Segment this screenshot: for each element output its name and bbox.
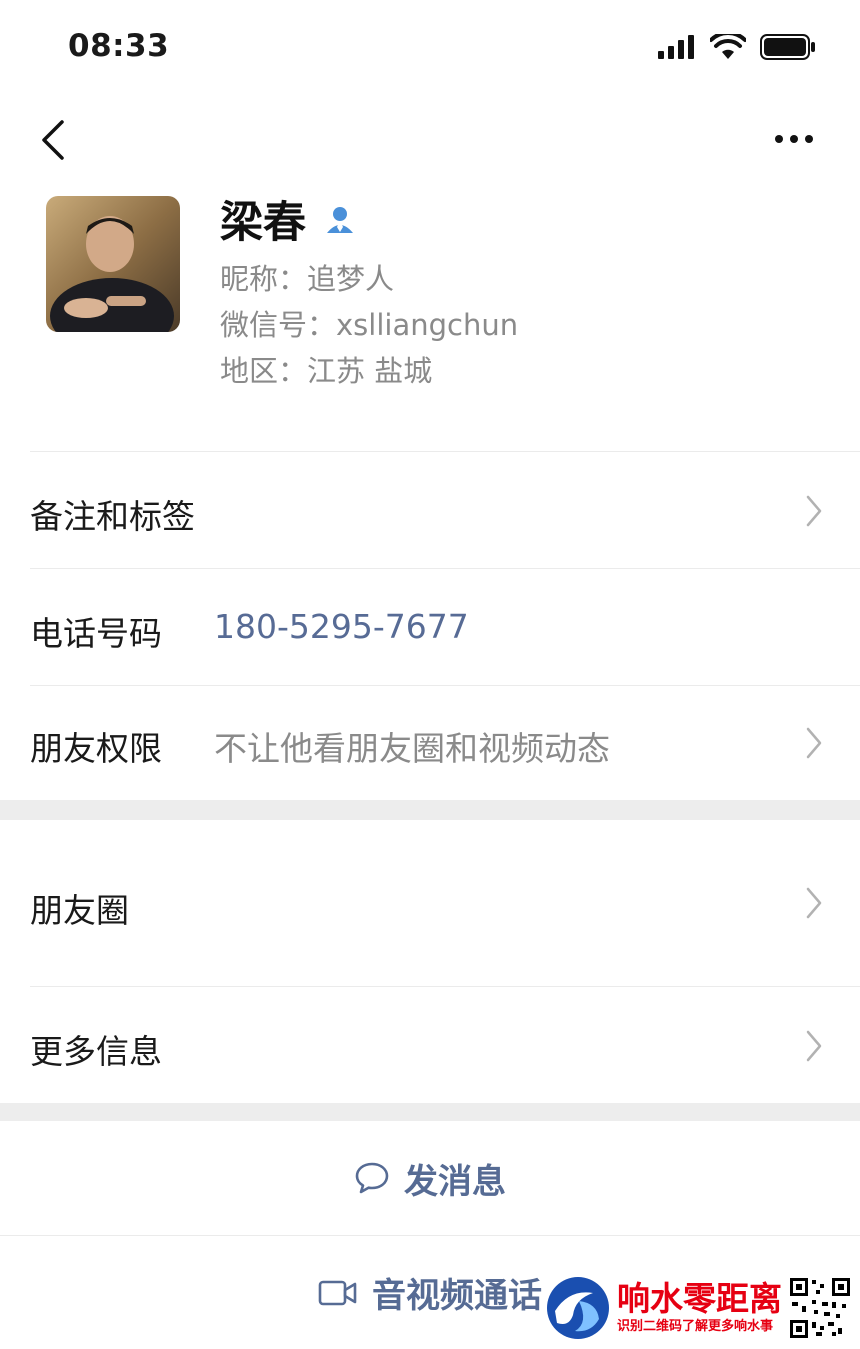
chevron-right-icon <box>806 887 822 919</box>
moments-label: 朋友圈 <box>30 891 129 930</box>
status-time: 08:33 <box>68 28 170 64</box>
more-info-row[interactable]: 更多信息 <box>0 987 860 1103</box>
contact-name-row: 梁春 <box>220 188 356 250</box>
watermark: 响水零距离 识别二维码了解更多响水事 <box>545 1275 852 1341</box>
remarks-tags-label: 备注和标签 <box>30 497 195 536</box>
watermark-subtitle: 识别二维码了解更多响水事 <box>617 1319 774 1334</box>
nickname: 昵称：追梦人 <box>220 262 395 296</box>
friend-permissions-value: 不让他看朋友圈和视频动态 <box>214 729 610 768</box>
section-gap <box>0 1103 860 1121</box>
battery-icon <box>760 34 815 60</box>
phone-row: 电话号码 180-5295-7677 <box>0 569 860 685</box>
remarks-tags-row[interactable]: 备注和标签 <box>0 452 860 568</box>
wifi-icon <box>710 34 746 59</box>
contact-person-icon <box>327 207 353 233</box>
avatar[interactable] <box>46 196 180 332</box>
phone-label: 电话号码 <box>30 614 162 653</box>
section-gap <box>0 800 860 820</box>
contact-name: 梁春 <box>220 198 306 248</box>
chat-bubble-icon <box>355 1162 389 1194</box>
signal-icon <box>658 35 694 59</box>
back-arrow-icon[interactable] <box>36 118 76 162</box>
wechat-id: 微信号：xslliangchun <box>220 308 519 342</box>
chevron-right-icon <box>806 727 822 759</box>
qr-code-icon <box>788 1276 852 1340</box>
friend-permissions-label: 朋友权限 <box>30 729 162 768</box>
send-message-button[interactable]: 发消息 <box>0 1121 860 1235</box>
friend-permissions-row[interactable]: 朋友权限 不让他看朋友圈和视频动态 <box>0 686 860 800</box>
phone-number-link[interactable]: 180-5295-7677 <box>214 607 469 646</box>
moments-row[interactable]: 朋友圈 <box>0 820 860 986</box>
chevron-right-icon <box>806 1030 822 1062</box>
chevron-right-icon <box>806 495 822 527</box>
video-call-label: 音视频通话 <box>372 1276 542 1316</box>
status-icons <box>658 34 816 60</box>
more-info-label: 更多信息 <box>30 1032 162 1071</box>
region: 地区：江苏 盐城 <box>220 354 433 388</box>
more-options-icon[interactable] <box>774 124 814 154</box>
watermark-title: 响水零距离 <box>617 1279 782 1318</box>
watermark-logo-icon <box>547 1277 609 1339</box>
send-message-label: 发消息 <box>404 1161 506 1202</box>
video-camera-icon <box>318 1280 357 1305</box>
